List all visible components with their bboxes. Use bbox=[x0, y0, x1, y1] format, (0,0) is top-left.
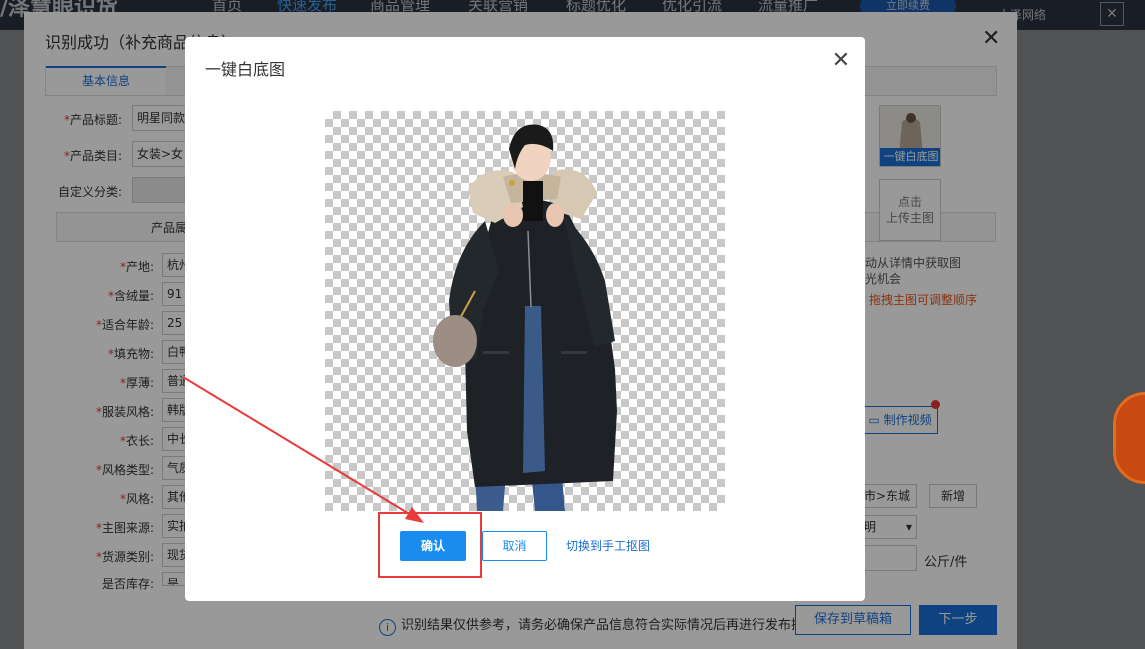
annotation-highlight-box bbox=[378, 512, 482, 578]
cutout-preview-canvas bbox=[325, 111, 725, 511]
modal-close-icon[interactable]: ✕ bbox=[831, 49, 851, 73]
white-background-modal: 一键白底图 ✕ 确认 取消 切换到手工抠图 bbox=[185, 37, 865, 601]
floating-promo-badge[interactable] bbox=[1113, 392, 1145, 484]
manual-cutout-link[interactable]: 切换到手工抠图 bbox=[566, 537, 650, 554]
model-cutout-image bbox=[433, 124, 617, 511]
cancel-button[interactable]: 取消 bbox=[482, 531, 547, 561]
modal-title: 一键白底图 bbox=[205, 60, 286, 79]
